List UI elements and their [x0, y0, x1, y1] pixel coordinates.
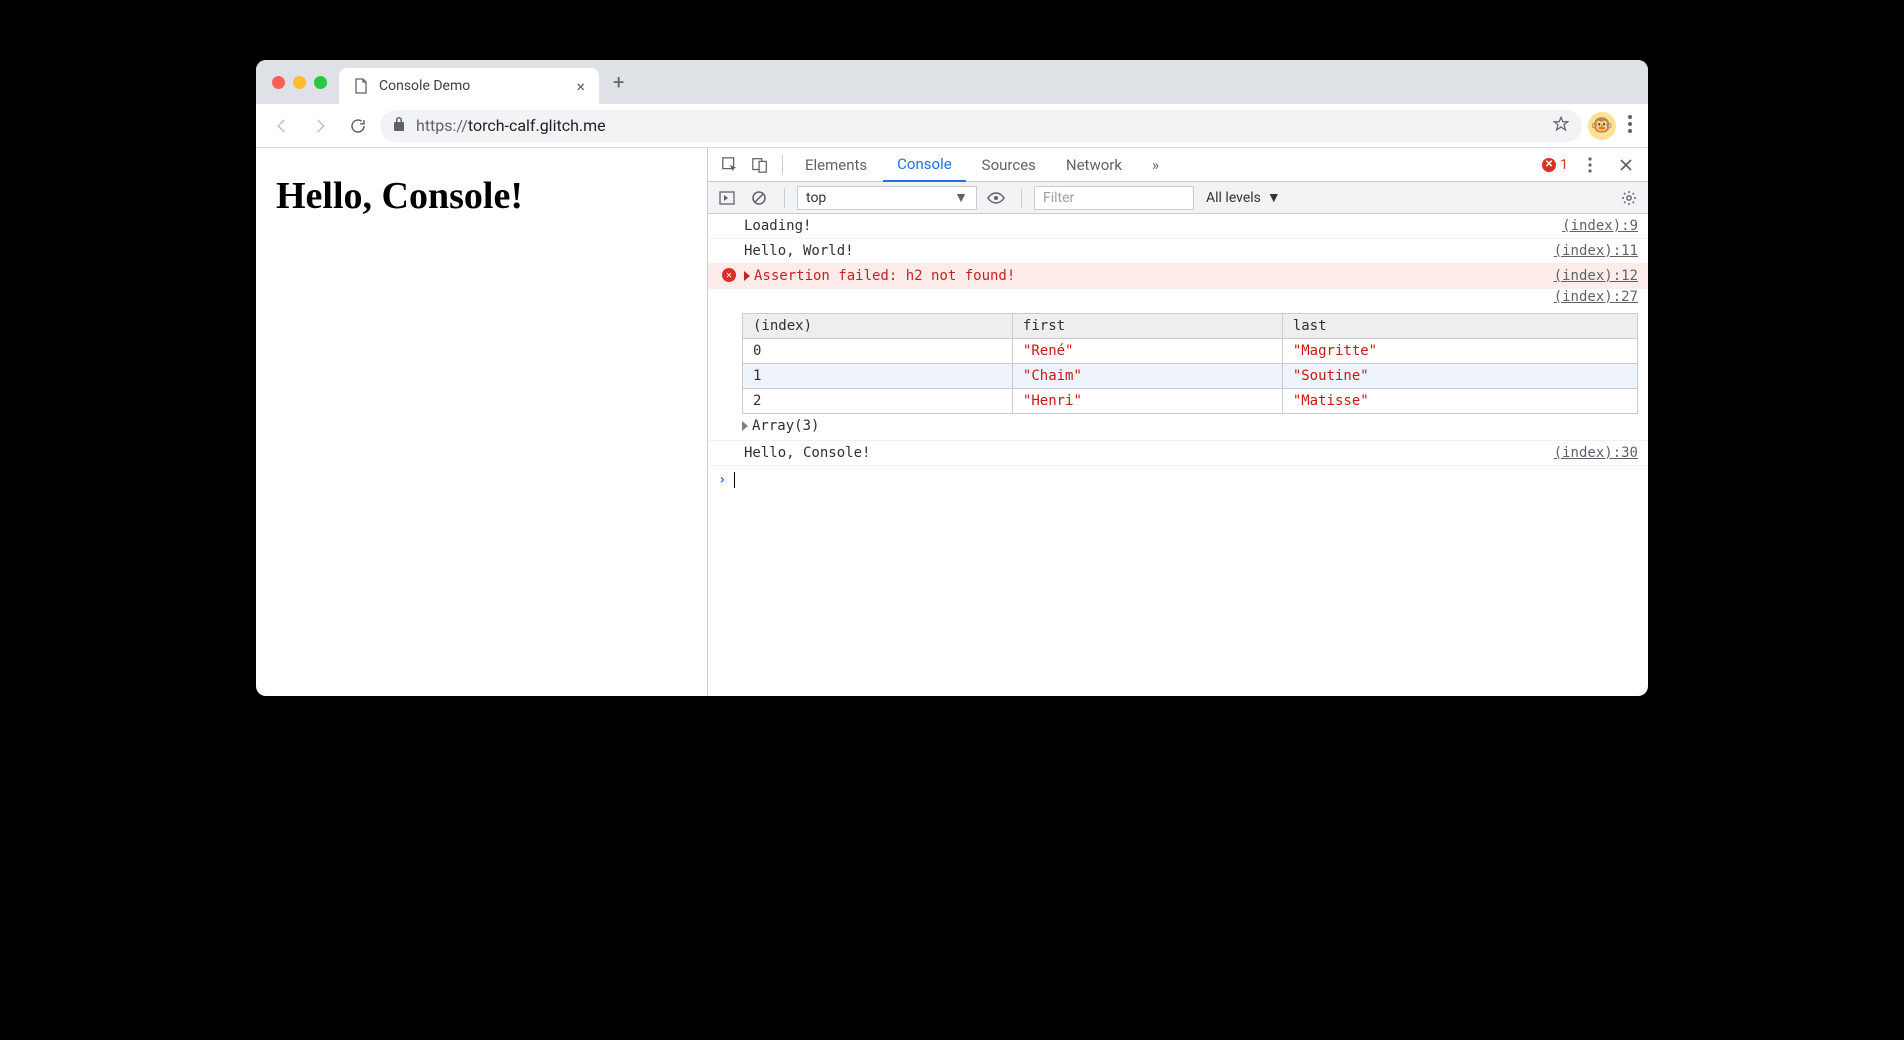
close-tab-icon[interactable]: × [576, 77, 585, 96]
log-text: Hello, Console! [740, 445, 1544, 461]
table-cell: 2 [743, 389, 1013, 414]
filter-placeholder: Filter [1043, 190, 1074, 206]
text-cursor [734, 472, 735, 488]
new-tab-button[interactable]: + [613, 70, 624, 94]
table-cell: 1 [743, 364, 1013, 389]
back-button[interactable] [266, 110, 298, 142]
source-link[interactable]: (index):12 [1544, 268, 1638, 284]
table-header[interactable]: last [1282, 314, 1637, 339]
error-icon: ✕ [722, 268, 736, 282]
error-count: 1 [1560, 157, 1568, 173]
reload-button[interactable] [342, 110, 374, 142]
chevron-down-icon: ▼ [1267, 189, 1281, 206]
data-table: (index) first last 0 "René" "Magritte" [742, 313, 1638, 414]
table-header[interactable]: first [1012, 314, 1282, 339]
bookmark-star-icon[interactable] [1552, 115, 1570, 137]
minimize-window-icon[interactable] [293, 76, 306, 89]
table-header[interactable]: (index) [743, 314, 1013, 339]
separator [1021, 188, 1022, 208]
log-text: Hello, World! [740, 243, 1544, 259]
table-cell: "René" [1012, 339, 1282, 364]
close-window-icon[interactable] [272, 76, 285, 89]
console-settings-icon[interactable] [1616, 185, 1642, 211]
source-link[interactable]: (index):11 [1544, 243, 1638, 259]
table-cell: "Chaim" [1012, 364, 1282, 389]
tab-network[interactable]: Network [1052, 148, 1136, 182]
content-area: Hello, Console! Elements Console Sources… [256, 148, 1648, 696]
console-table: (index) first last 0 "René" "Magritte" [708, 309, 1648, 441]
tab-title: Console Demo [379, 78, 566, 94]
filter-input[interactable]: Filter [1034, 186, 1194, 210]
error-icon: ✕ [1542, 158, 1556, 172]
window-controls [268, 76, 339, 89]
browser-window: Console Demo × + https://torch-calf.glit… [256, 60, 1648, 696]
table-source-row: (index):27 [708, 289, 1648, 309]
separator [784, 188, 785, 208]
tab-elements[interactable]: Elements [791, 148, 881, 182]
url-text: https://torch-calf.glitch.me [416, 116, 606, 135]
console-prompt[interactable]: › [708, 466, 1648, 494]
log-levels-label: All levels [1206, 190, 1261, 206]
inspect-element-icon[interactable] [716, 151, 744, 179]
log-message: Hello, World! (index):11 [708, 239, 1648, 264]
console-toolbar: top ▼ Filter All levels ▼ [708, 182, 1648, 214]
tab-strip: Console Demo × + [256, 60, 1648, 104]
table-cell: "Henri" [1012, 389, 1282, 414]
browser-menu-icon[interactable] [1622, 115, 1638, 137]
source-link[interactable]: (index):27 [1554, 289, 1638, 305]
page-heading: Hello, Console! [276, 174, 687, 218]
expand-icon[interactable] [744, 271, 750, 281]
log-message: Loading! (index):9 [708, 214, 1648, 239]
tabs-overflow[interactable]: » [1138, 148, 1173, 182]
separator [782, 155, 783, 175]
devtools-panel: Elements Console Sources Network » ✕ 1 [708, 148, 1648, 696]
lock-icon [392, 116, 406, 136]
close-devtools-icon[interactable] [1612, 151, 1640, 179]
chevron-down-icon: ▼ [954, 189, 968, 206]
context-selector-label: top [806, 190, 826, 206]
error-message[interactable]: ✕ Assertion failed: h2 not found! (index… [708, 264, 1648, 289]
table-cell: "Magritte" [1282, 339, 1637, 364]
rendered-page: Hello, Console! [256, 148, 708, 696]
forward-button[interactable] [304, 110, 336, 142]
devtools-tabbar: Elements Console Sources Network » ✕ 1 [708, 148, 1648, 182]
source-link[interactable]: (index):30 [1544, 445, 1638, 461]
clear-console-icon[interactable] [746, 185, 772, 211]
error-count-badge[interactable]: ✕ 1 [1542, 157, 1568, 173]
browser-toolbar: https://torch-calf.glitch.me 🐵 [256, 104, 1648, 148]
source-link[interactable]: (index):9 [1552, 218, 1638, 234]
tab-console[interactable]: Console [883, 148, 966, 182]
table-cell: "Matisse" [1282, 389, 1637, 414]
log-message: Hello, Console! (index):30 [708, 441, 1648, 466]
toggle-sidebar-icon[interactable] [714, 185, 740, 211]
log-text: Loading! [740, 218, 1552, 234]
array-summary[interactable]: Array(3) [742, 414, 1638, 434]
context-selector[interactable]: top ▼ [797, 186, 977, 210]
table-row: 2 "Henri" "Matisse" [743, 389, 1638, 414]
log-levels-selector[interactable]: All levels ▼ [1200, 189, 1287, 206]
browser-tab[interactable]: Console Demo × [339, 68, 599, 104]
table-row: 0 "René" "Magritte" [743, 339, 1638, 364]
table-cell: 0 [743, 339, 1013, 364]
live-expression-icon[interactable] [983, 185, 1009, 211]
console-output: Loading! (index):9 Hello, World! (index)… [708, 214, 1648, 696]
table-row: 1 "Chaim" "Soutine" [743, 364, 1638, 389]
expand-icon[interactable] [742, 421, 748, 431]
profile-avatar[interactable]: 🐵 [1588, 112, 1616, 140]
table-header-row: (index) first last [743, 314, 1638, 339]
table-cell: "Soutine" [1282, 364, 1637, 389]
maximize-window-icon[interactable] [314, 76, 327, 89]
log-text: Assertion failed: h2 not found! [740, 268, 1544, 284]
devtools-menu-icon[interactable] [1576, 151, 1604, 179]
tab-sources[interactable]: Sources [968, 148, 1050, 182]
device-mode-icon[interactable] [746, 151, 774, 179]
prompt-icon: › [718, 472, 726, 488]
page-icon [353, 78, 369, 94]
address-bar[interactable]: https://torch-calf.glitch.me [380, 110, 1582, 142]
